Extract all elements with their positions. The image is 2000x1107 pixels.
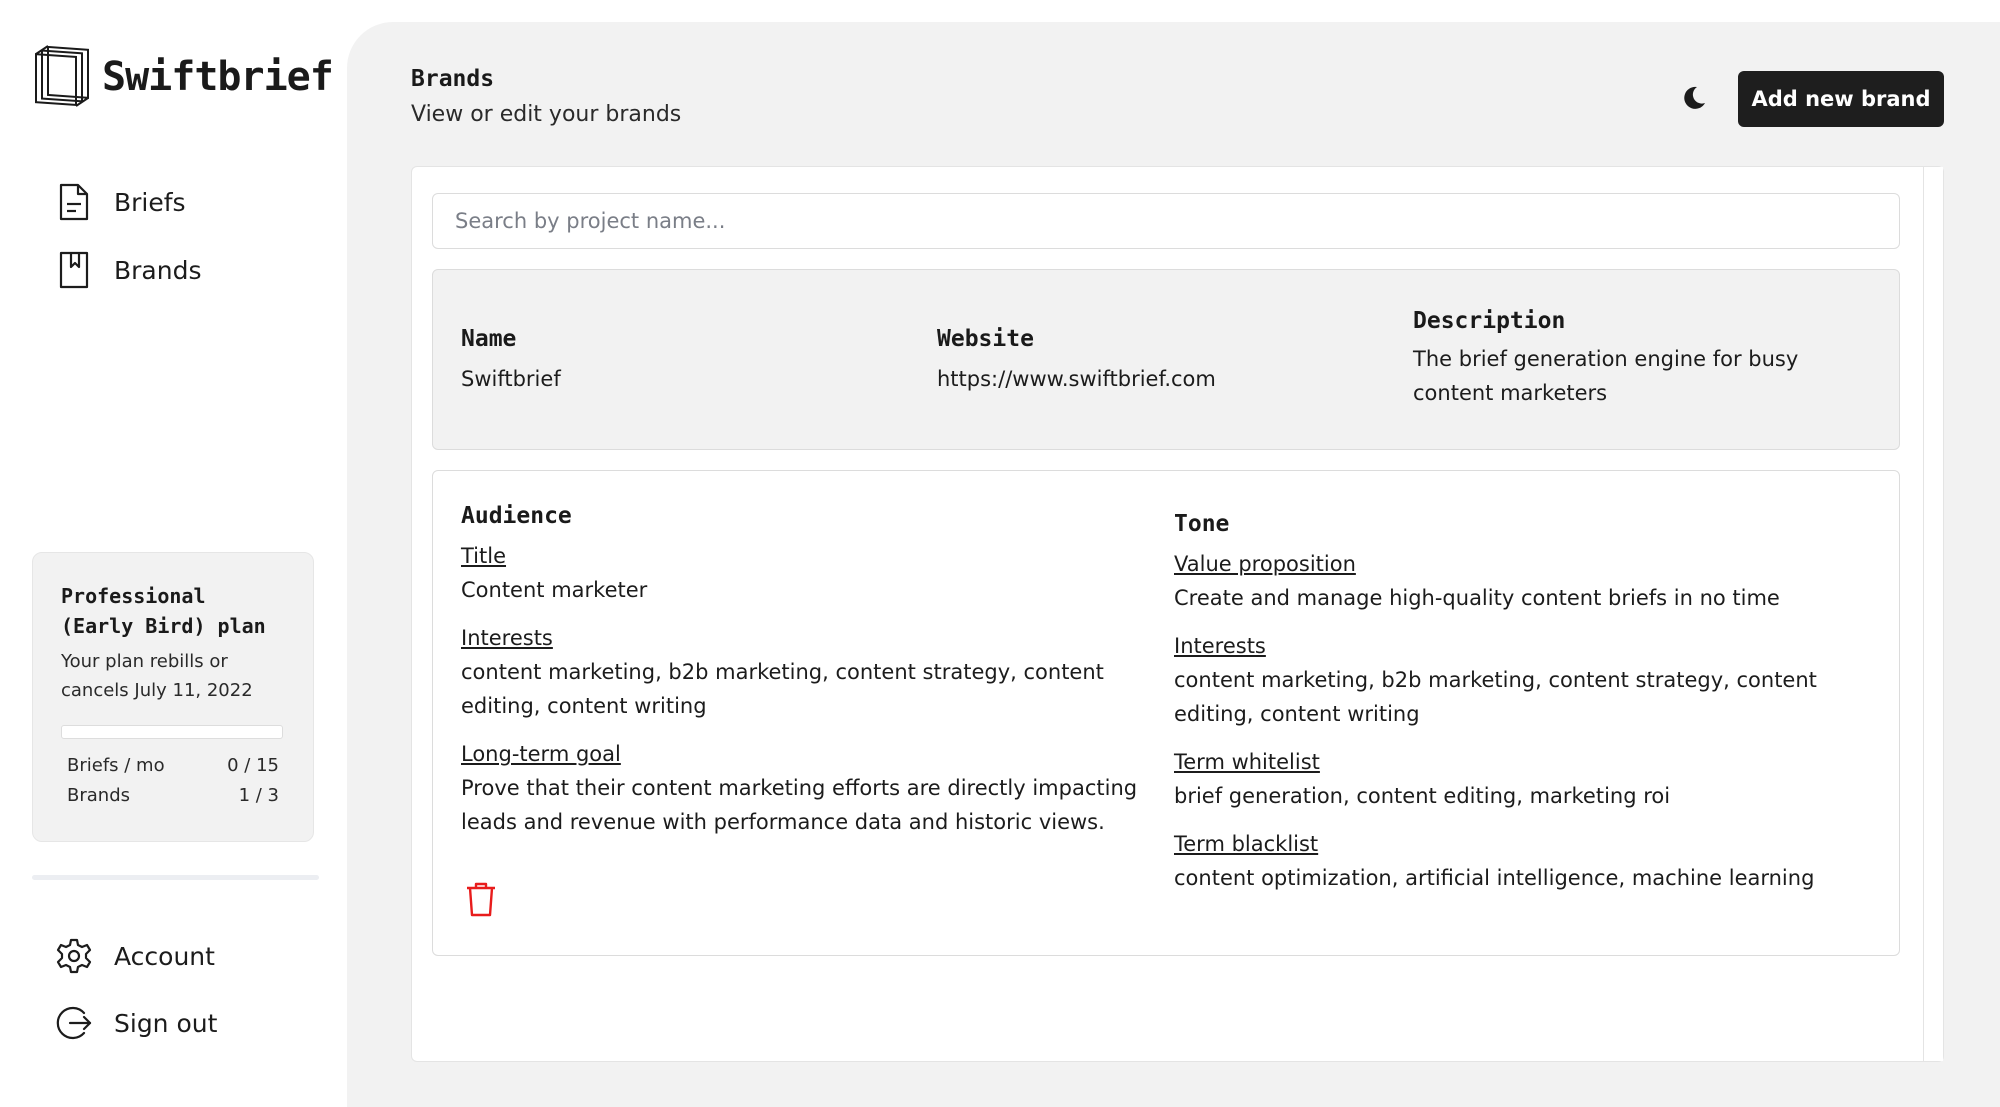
plan-usage-value: 0 / 15 bbox=[227, 755, 279, 776]
audience-goal-value: Prove that their content marketing effor… bbox=[461, 776, 1138, 834]
sign-out-icon bbox=[56, 1006, 92, 1040]
audience-goal-label: Long-term goal bbox=[461, 742, 621, 766]
brands-card: Name Swiftbrief Website https://www.swif… bbox=[411, 166, 1944, 1062]
main-panel: Brands View or edit your brands Add new … bbox=[347, 22, 2000, 1107]
plan-usage-row: Briefs / mo 0 / 15 bbox=[61, 751, 285, 781]
term-blacklist-value: content optimization, artificial intelli… bbox=[1174, 866, 1815, 890]
brand-row[interactable]: Name Swiftbrief Website https://www.swif… bbox=[432, 269, 1900, 450]
value-proposition-value: Create and manage high-quality content b… bbox=[1174, 586, 1780, 610]
audience-interests-label: Interests bbox=[461, 626, 553, 650]
bookmark-icon bbox=[59, 251, 89, 289]
tone-heading: Tone bbox=[1174, 511, 1230, 537]
trash-icon[interactable] bbox=[465, 881, 497, 917]
document-icon bbox=[59, 183, 89, 221]
plan-usage-label: Brands bbox=[67, 785, 130, 806]
plan-usage-row: Brands 1 / 3 bbox=[61, 781, 285, 811]
stacked-squares-logo-icon bbox=[35, 45, 89, 107]
search-input[interactable] bbox=[432, 193, 1900, 249]
brand-website: https://www.swiftbrief.com bbox=[937, 367, 1216, 391]
sidebar-item-briefs[interactable]: Briefs bbox=[56, 183, 186, 221]
plan-renewal-text: Your plan rebills or cancels July 11, 20… bbox=[61, 651, 253, 701]
page-title: Brands bbox=[411, 66, 495, 92]
app-name: Swiftbrief bbox=[102, 54, 334, 100]
add-new-brand-button[interactable]: Add new brand bbox=[1738, 71, 1944, 127]
audience-section: Audience Title Content marketer Interest… bbox=[461, 503, 1161, 839]
sidebar-item-label: Brands bbox=[114, 255, 202, 285]
sidebar-item-sign-out[interactable]: Sign out bbox=[56, 1004, 217, 1042]
brand-name: Swiftbrief bbox=[461, 367, 561, 391]
audience-title-label: Title bbox=[461, 544, 507, 568]
sidebar: Swiftbrief Briefs Brands Professional (E… bbox=[0, 0, 347, 1107]
sidebar-divider bbox=[32, 875, 319, 880]
plan-usage-value: 1 / 3 bbox=[238, 785, 279, 806]
plan-title: Professional (Early Bird) plan bbox=[61, 584, 266, 638]
description-header: Description bbox=[1413, 308, 1566, 334]
term-whitelist-label: Term whitelist bbox=[1174, 750, 1320, 774]
brand-name-column: Name Swiftbrief bbox=[461, 326, 561, 396]
sidebar-item-label: Account bbox=[114, 941, 215, 971]
name-header: Name bbox=[461, 326, 517, 352]
audience-interests-value: content marketing, b2b marketing, conten… bbox=[461, 660, 1104, 718]
plan-card: Professional (Early Bird) plan Your plan… bbox=[32, 552, 314, 842]
plan-usage-label: Briefs / mo bbox=[67, 755, 165, 776]
website-header: Website bbox=[937, 326, 1034, 352]
sidebar-item-brands[interactable]: Brands bbox=[56, 251, 202, 289]
tone-interests-label: Interests bbox=[1174, 634, 1266, 658]
plan-usage-progress-bar bbox=[61, 725, 283, 739]
sidebar-item-account[interactable]: Account bbox=[56, 937, 215, 975]
brand-description-column: Description The brief generation engine … bbox=[1413, 308, 1883, 410]
audience-title-value: Content marketer bbox=[461, 578, 648, 602]
page-subtitle: View or edit your brands bbox=[411, 102, 682, 127]
brand-website-column: Website https://www.swiftbrief.com bbox=[937, 326, 1216, 396]
brand-description: The brief generation engine for busy con… bbox=[1413, 347, 1799, 405]
term-blacklist-label: Term blacklist bbox=[1174, 832, 1319, 856]
plan-usage-list: Briefs / mo 0 / 15 Brands 1 / 3 bbox=[61, 751, 285, 811]
tone-section: Tone Value proposition Create and manage… bbox=[1174, 511, 1874, 895]
gear-icon bbox=[56, 938, 92, 974]
app-logo[interactable]: Swiftbrief bbox=[34, 44, 334, 110]
moon-icon[interactable] bbox=[1680, 84, 1708, 112]
sidebar-item-label: Sign out bbox=[114, 1008, 218, 1038]
tone-interests-value: content marketing, b2b marketing, conten… bbox=[1174, 668, 1817, 726]
term-whitelist-value: brief generation, content editing, marke… bbox=[1174, 784, 1671, 808]
audience-heading: Audience bbox=[461, 503, 572, 529]
brand-detail-panel: Audience Title Content marketer Interest… bbox=[432, 470, 1900, 956]
value-proposition-label: Value proposition bbox=[1174, 552, 1356, 576]
sidebar-item-label: Briefs bbox=[114, 187, 186, 217]
scrollbar[interactable] bbox=[1923, 167, 1943, 1061]
